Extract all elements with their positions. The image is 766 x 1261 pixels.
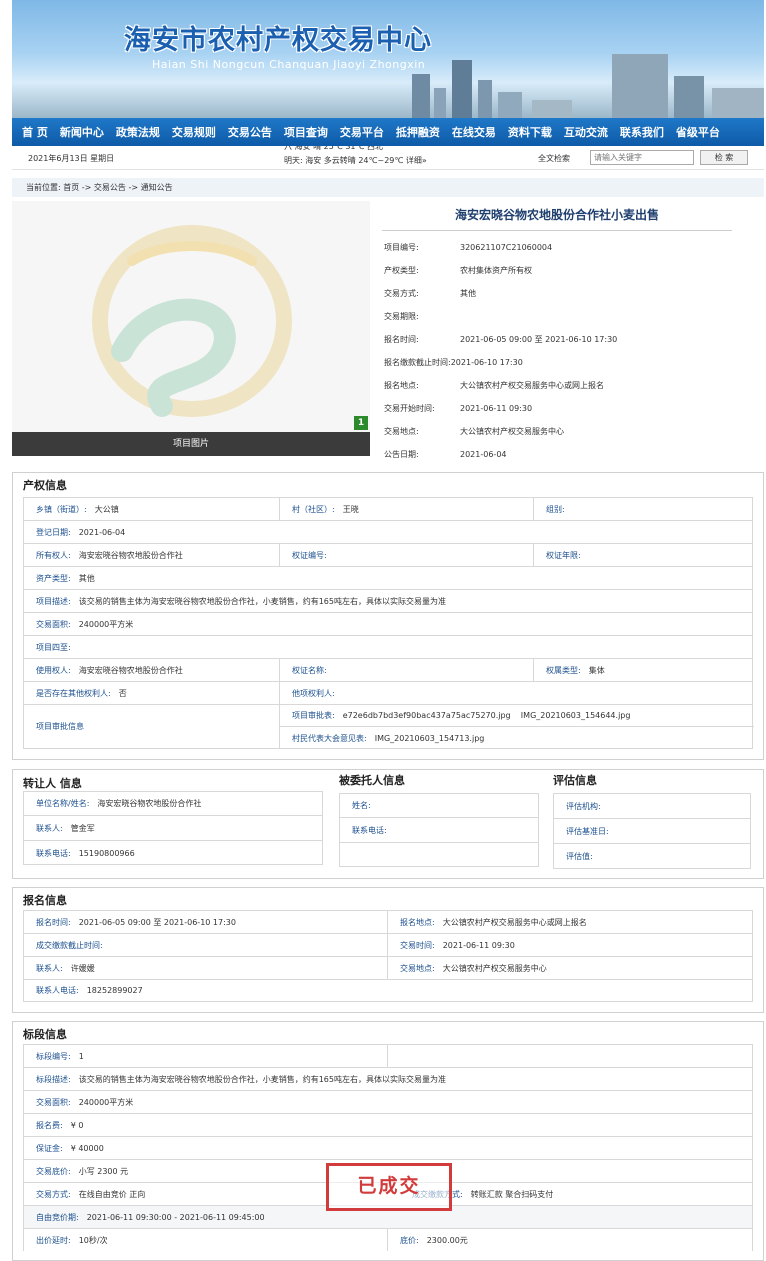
table-row: 标段描述: 该交易的销售主体为海安宏晓谷物农地股份合作社，小麦销售，约有165吨左… — [23, 1067, 753, 1090]
section-title: 报名信息 — [23, 894, 67, 907]
transfer-box: 单位名称/姓名: 海安宏晓谷物农地股份合作社 联系人: 管金军 联系电话: 15190… — [23, 791, 323, 865]
deal-completed-stamp: 已成交 — [326, 1163, 452, 1211]
search-input[interactable] — [590, 150, 694, 165]
nav-trading-platform[interactable]: 交易平台 — [340, 124, 384, 140]
nav-news[interactable]: 新闻中心 — [60, 124, 104, 140]
field-property-type: 产权类型: 农村集体资产所有权 — [384, 266, 532, 275]
search-button[interactable]: 检 索 — [700, 150, 748, 165]
info-bar: 2021年6月13日 星期日 六 海安 晴 25℃ 31℃ 西北 明天: 海安 … — [12, 146, 764, 170]
table-row: 乡镇（街道）: 大公镇 村（社区）: 王晓 组别: — [23, 497, 753, 520]
nav-rules[interactable]: 交易规则 — [172, 124, 216, 140]
nav-announcements[interactable]: 交易公告 — [228, 124, 272, 140]
table-row: 出价延时: 10秒/次 底价: 2300.00元 — [23, 1228, 753, 1251]
signup-section: 报名信息 报名时间: 2021-06-05 09:00 至 2021-06-10 … — [12, 887, 764, 1013]
table-row: 保证金: ¥ 40000 — [23, 1136, 753, 1159]
field-trade-method: 交易方式: 其他 — [384, 289, 476, 298]
property-info-section: 产权信息 乡镇（街道）: 大公镇 村（社区）: 王晓 组别: 登记日期: 2021-0… — [12, 472, 764, 760]
nav-online-trade[interactable]: 在线交易 — [452, 124, 496, 140]
villager-file-link[interactable]: IMG_20210603_154713.jpg — [375, 734, 485, 743]
main-nav: 首 页 新闻中心 政策法规 交易规则 交易公告 项目查询 交易平台 抵押融资 在… — [12, 118, 764, 146]
title-divider — [382, 230, 732, 231]
field-trade-place: 交易地点: 大公镇农村产权交易服务中心 — [384, 427, 564, 436]
nav-interaction[interactable]: 互动交流 — [564, 124, 608, 140]
table-row: 标段编号: 1 — [23, 1044, 753, 1067]
eval-title: 评估信息 — [553, 774, 597, 787]
nav-contact[interactable]: 联系我们 — [620, 124, 664, 140]
field-signup-place: 报名地点: 大公镇农村产权交易服务中心或网上报名 — [384, 381, 604, 390]
site-banner: 海安市农村产权交易中心 Haian Shi Nongcun Chanquan J… — [12, 0, 764, 118]
table-row: 报名时间: 2021-06-05 09:00 至 2021-06-10 17:30… — [23, 910, 753, 933]
table-row: 交易面积: 240000平方米 — [23, 612, 753, 635]
field-trade-term: 交易期限: — [384, 312, 419, 321]
table-row: 联系人电话: 18252899027 — [23, 979, 753, 1002]
weather-widget: 六 海安 晴 25℃ 31℃ 西北 明天: 海安 多云转晴 24℃~29℃ 详细… — [284, 146, 427, 167]
site-subtitle: Haian Shi Nongcun Chanquan Jiaoyi Zhongx… — [152, 58, 426, 71]
section-title: 标段信息 — [23, 1028, 67, 1041]
approval-file-link[interactable]: e72e6db7bd3ef90bac437a75ac75270.jpg IMG_… — [343, 711, 631, 720]
nav-downloads[interactable]: 资料下载 — [508, 124, 552, 140]
table-row: 所有权人: 海安宏晓谷物农地股份合作社 权证编号: 权证年限: — [23, 543, 753, 566]
table-row: 成交缴款截止时间: 交易时间: 2021-06-11 09:30 — [23, 933, 753, 956]
cooperative-logo-icon — [92, 225, 292, 417]
project-image — [12, 201, 370, 456]
field-payment-deadline: 报名缴款截止时间:2021-06-10 17:30 — [384, 358, 523, 367]
table-row: 联系人: 许媛媛 交易地点: 大公镇农村产权交易服务中心 — [23, 956, 753, 979]
table-row: 是否存在其他权利人: 否 他项权利人: — [23, 681, 753, 704]
table-row: 登记日期: 2021-06-04 — [23, 520, 753, 543]
weather-top: 六 海安 晴 25℃ 31℃ 西北 — [284, 146, 384, 151]
parties-section: 转让人 信息 被委托人信息 评估信息 单位名称/姓名: 海安宏晓谷物农地股份合作社… — [12, 769, 764, 879]
table-row: 使用权人: 海安宏晓谷物农地股份合作社 权证名称: 权属类型: 集体 — [23, 658, 753, 681]
nav-mortgage[interactable]: 抵押融资 — [396, 124, 440, 140]
table-row: 报名费: ¥ 0 — [23, 1113, 753, 1136]
table-row: 项目四至: — [23, 635, 753, 658]
weather-tomorrow: 明天: 海安 多云转晴 24℃~29℃ 详细» — [284, 156, 427, 165]
field-trade-start: 交易开始时间: 2021-06-11 09:30 — [384, 404, 533, 413]
image-caption: 项目图片 — [12, 432, 370, 456]
lot-section: 标段信息 标段编号: 1 标段描述: 该交易的销售主体为海安宏晓谷物农地股份合作社，… — [12, 1021, 764, 1261]
field-signup-time: 报名时间: 2021-06-05 09:00 至 2021-06-10 17:30 — [384, 335, 618, 344]
field-notice-date: 公告日期: 2021-06-04 — [384, 450, 507, 459]
nav-policy[interactable]: 政策法规 — [116, 124, 160, 140]
entrust-box: 姓名: 联系电话: — [339, 793, 539, 867]
table-row: 交易面积: 240000平方米 — [23, 1090, 753, 1113]
eval-box: 评估机构: 评估基准日: 评估值: — [553, 793, 751, 869]
nav-project-search[interactable]: 项目查询 — [284, 124, 328, 140]
image-index[interactable]: 1 — [354, 416, 368, 430]
entrust-title: 被委托人信息 — [339, 774, 405, 787]
table-row: 项目描述: 该交易的销售主体为海安宏晓谷物农地股份合作社，小麦销售，约有165吨左… — [23, 589, 753, 612]
section-title: 产权信息 — [23, 479, 67, 492]
project-title: 海安宏晓谷物农地股份合作社小麦出售 — [454, 208, 659, 222]
field-project-no: 项目编号: 320621107C21060004 — [384, 243, 553, 252]
search-label: 全文检索 — [538, 154, 570, 163]
site-title: 海安市农村产权交易中心 — [124, 25, 432, 56]
table-row: 资产类型: 其他 — [23, 566, 753, 589]
current-date: 2021年6月13日 星期日 — [28, 154, 115, 163]
breadcrumb: 当前位置: 首页 -> 交易公告 -> 通知公告 — [12, 178, 764, 197]
table-row: 项目审批信息 项目审批表: e72e6db7bd3ef90bac437a75ac7… — [23, 704, 754, 749]
nav-home[interactable]: 首 页 — [22, 124, 48, 140]
nav-provincial[interactable]: 省级平台 — [676, 124, 720, 140]
transfer-title: 转让人 信息 — [23, 777, 82, 790]
